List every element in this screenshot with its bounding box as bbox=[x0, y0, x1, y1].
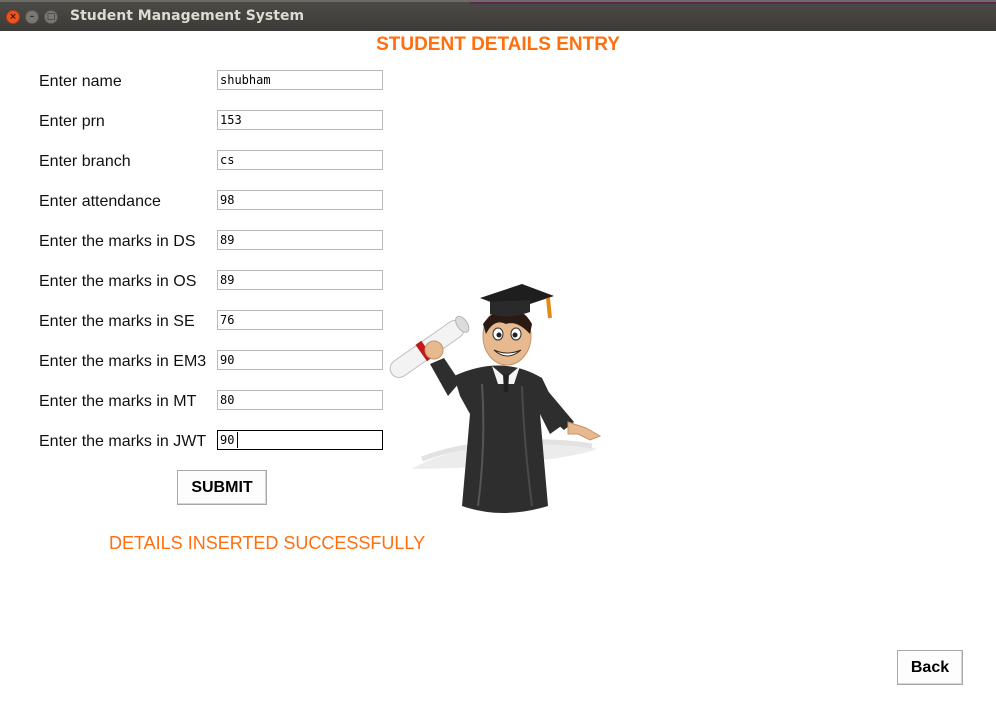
branch-input[interactable] bbox=[217, 150, 383, 170]
label-marks-jwt: Enter the marks in JWT bbox=[39, 433, 207, 450]
prn-input[interactable] bbox=[217, 110, 383, 130]
label-prn: Enter prn bbox=[39, 113, 105, 130]
submit-button[interactable]: SUBMIT bbox=[177, 470, 267, 505]
graduate-illustration bbox=[389, 284, 602, 513]
status-message: DETAILS INSERTED SUCCESSFULLY bbox=[109, 533, 426, 553]
label-marks-em3: Enter the marks in EM3 bbox=[39, 353, 207, 370]
label-marks-se: Enter the marks in SE bbox=[39, 313, 195, 330]
close-window-button[interactable]: × bbox=[6, 10, 20, 24]
minimize-icon: – bbox=[29, 12, 35, 22]
label-name: Enter name bbox=[39, 73, 122, 90]
label-branch: Enter branch bbox=[39, 153, 131, 170]
label-attendance: Enter attendance bbox=[39, 193, 161, 210]
minimize-window-button[interactable]: – bbox=[25, 10, 39, 24]
label-marks-mt: Enter the marks in MT bbox=[39, 393, 197, 410]
label-marks-ds: Enter the marks in DS bbox=[39, 233, 196, 250]
page-heading: STUDENT DETAILS ENTRY bbox=[376, 34, 620, 55]
marks-mt-input[interactable] bbox=[217, 390, 383, 410]
marks-se-input[interactable] bbox=[217, 310, 383, 330]
maximize-window-button[interactable]: □ bbox=[44, 10, 58, 24]
text-cursor bbox=[237, 432, 238, 448]
close-icon: × bbox=[9, 12, 17, 22]
marks-jwt-input[interactable] bbox=[217, 430, 383, 450]
marks-ds-input[interactable] bbox=[217, 230, 383, 250]
window-titlebar[interactable]: × – □ Student Management System bbox=[0, 0, 996, 31]
window-title: Student Management System bbox=[70, 8, 305, 24]
label-marks-os: Enter the marks in OS bbox=[39, 273, 197, 290]
back-button[interactable]: Back bbox=[897, 650, 963, 685]
maximize-icon: □ bbox=[46, 12, 56, 22]
name-input[interactable] bbox=[217, 70, 383, 90]
attendance-input[interactable] bbox=[217, 190, 383, 210]
marks-os-input[interactable] bbox=[217, 270, 383, 290]
marks-em3-input[interactable] bbox=[217, 350, 383, 370]
titlebar-accent-strip bbox=[470, 2, 996, 4]
